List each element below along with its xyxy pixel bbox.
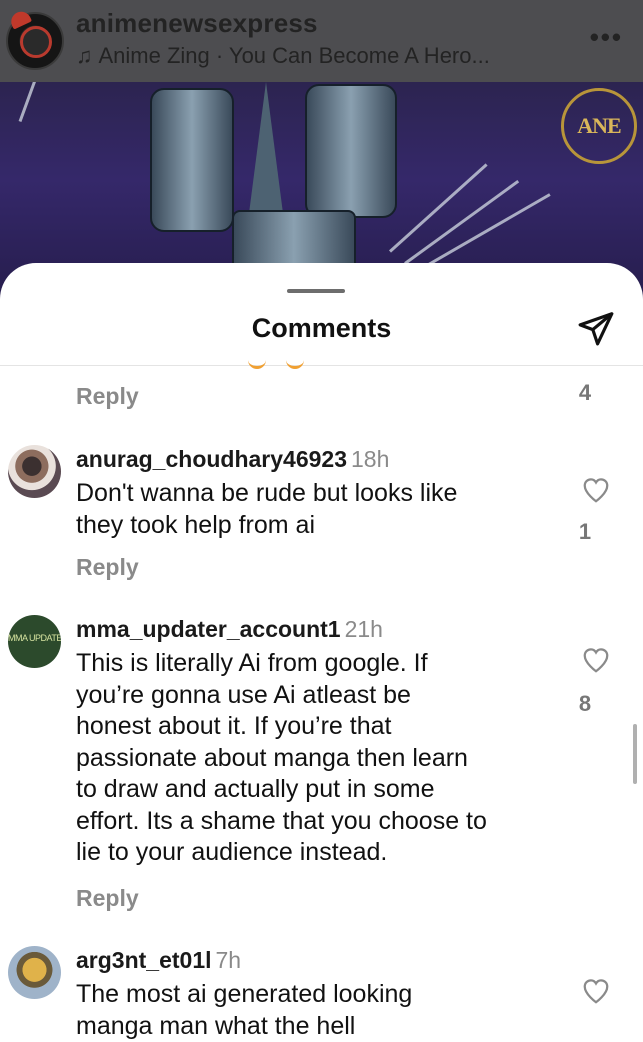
emoji-peek (286, 356, 304, 369)
reel-header: animenewsexpress ♫ Anime Zing · You Can B… (0, 0, 643, 82)
comment-username-label: anurag_choudhary46923 (76, 446, 348, 472)
comment-time: 18h (351, 446, 390, 472)
audio-track-label: Anime Zing · You Can Become A Hero... (98, 43, 490, 68)
avatar-text: MMA UPDATER (8, 633, 61, 643)
music-note-icon: ♫ (76, 43, 93, 68)
comment-time: 7h (215, 947, 242, 973)
avatar-logo-ring (20, 26, 52, 58)
comment-text: Don't wanna be rude but looks like they … (76, 479, 458, 539)
reply-button[interactable]: Reply (76, 383, 139, 410)
avatar[interactable] (8, 946, 61, 999)
comments-sheet: Comments Reply 4 anurag_choudhary46923 18… (0, 263, 643, 1040)
sheet-title: Comments (251, 313, 392, 343)
comment-username[interactable]: arg3nt_et01l 7h (76, 947, 241, 974)
comment-time: 21h (344, 616, 383, 642)
avatar[interactable] (8, 445, 61, 498)
comment-username-label: arg3nt_et01l (76, 947, 212, 973)
santa-hat-icon (7, 8, 33, 30)
avatar[interactable]: MMA UPDATER (8, 615, 61, 668)
emoji-peek (248, 356, 266, 369)
artwork-tower-left (150, 88, 234, 232)
like-count: 8 (578, 691, 592, 716)
audio-track[interactable]: ♫ Anime Zing · You Can Become A Hero... (76, 43, 490, 69)
artwork-tower-right (305, 84, 397, 218)
sheet-drag-handle[interactable] (287, 289, 345, 293)
heart-icon[interactable] (581, 645, 611, 675)
comment-username[interactable]: anurag_choudhary46923 18h (76, 446, 389, 473)
reply-button[interactable]: Reply (76, 885, 139, 912)
heart-icon[interactable] (581, 976, 611, 1006)
reply-button[interactable]: Reply (76, 554, 139, 581)
comment-username[interactable]: mma_updater_account1 21h (76, 616, 383, 643)
sheet-divider (0, 365, 643, 366)
scrollbar[interactable] (633, 724, 637, 784)
heart-icon[interactable] (581, 475, 611, 505)
comment-text: This is literally Ai from google. If you… (76, 649, 487, 866)
like-count: 1 (578, 519, 592, 544)
more-options-icon[interactable]: ••• (590, 22, 623, 53)
account-avatar[interactable] (6, 8, 64, 70)
watermark-logo: ANE (561, 88, 637, 164)
comment-text: The most ai generated looking manga man … (76, 980, 413, 1040)
share-icon[interactable] (577, 309, 615, 347)
account-name[interactable]: animenewsexpress (76, 8, 318, 39)
comment-username-label: mma_updater_account1 (76, 616, 341, 642)
like-count: 4 (578, 380, 592, 405)
